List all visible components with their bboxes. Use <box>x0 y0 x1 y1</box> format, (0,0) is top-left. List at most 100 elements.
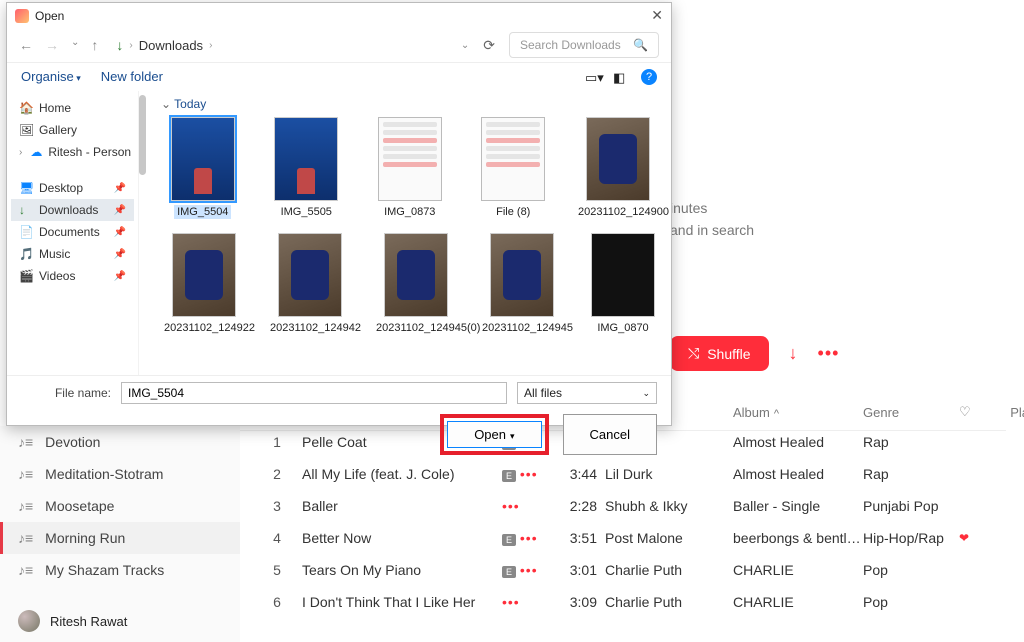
dialog-close-icon[interactable]: ✕ <box>651 7 663 24</box>
file-name: IMG_5504 <box>174 205 231 219</box>
song-time: 2:28 <box>550 498 605 514</box>
song-plays: 3 <box>987 466 1024 482</box>
file-item[interactable]: File (8) <box>472 117 556 219</box>
col-genre[interactable]: Genre <box>863 405 959 420</box>
table-row[interactable]: 2 All My Life (feat. J. Cole) E ••• 3:44… <box>240 458 1006 490</box>
file-name: IMG_0873 <box>381 205 438 219</box>
sidebar-music[interactable]: 🎵Music📌 <box>11 243 134 265</box>
scrollbar-thumb[interactable] <box>139 95 146 175</box>
song-artist: Lil Durk <box>605 466 733 482</box>
col-favorite[interactable]: ♡ <box>959 404 987 420</box>
file-name: File (8) <box>493 205 533 219</box>
search-input[interactable]: Search Downloads 🔍 <box>509 32 659 58</box>
song-genre: Rap <box>863 434 959 450</box>
col-plays[interactable]: Plays <box>987 405 1024 420</box>
playlist-item[interactable]: ♪≡Meditation-Stotram <box>0 458 240 490</box>
playlist-item[interactable]: ♪≡Moosetape <box>0 490 240 522</box>
preview-pane-icon[interactable]: ◧ <box>613 70 629 84</box>
playlist-icon: ♪≡ <box>18 498 33 514</box>
group-today[interactable]: Today <box>161 97 661 111</box>
file-item[interactable]: IMG_5504 <box>161 117 245 219</box>
download-icon[interactable]: ↓ <box>789 343 798 364</box>
table-row[interactable]: 3 Baller ••• 2:28 Shubh & Ikky Baller - … <box>240 490 1006 522</box>
file-item[interactable]: IMG_0873 <box>368 117 452 219</box>
file-item[interactable]: 20231102_124945(0) <box>373 233 459 335</box>
file-name: 20231102_124942 <box>267 321 364 335</box>
sort-indicator-icon: ^ <box>774 408 779 420</box>
gallery-icon: 🖼 <box>19 123 33 137</box>
cancel-button[interactable]: Cancel <box>563 414 657 455</box>
song-meta: E ••• <box>502 466 550 482</box>
song-plays: 28 <box>987 594 1024 610</box>
song-title: Tears On My Piano <box>302 562 502 578</box>
file-name: 20231102_124900 <box>575 205 671 219</box>
song-more-icon[interactable]: ••• <box>502 498 520 514</box>
sidebar-desktop[interactable]: 🖥Desktop📌 <box>11 177 134 199</box>
open-button[interactable]: Open▾ <box>447 421 541 448</box>
sidebar-home[interactable]: 🏠Home <box>11 97 134 119</box>
thumbnail <box>586 117 650 201</box>
forward-icon[interactable]: → <box>45 37 59 53</box>
chevron-right-icon[interactable]: › <box>19 147 24 158</box>
up-icon[interactable]: ↑ <box>91 37 98 53</box>
recent-dropdown-icon[interactable]: ⌄ <box>71 37 79 53</box>
path-folder[interactable]: Downloads <box>139 38 203 53</box>
thumbnail <box>481 117 545 201</box>
playlist-item[interactable]: ♪≡Morning Run <box>0 522 240 554</box>
file-item[interactable]: IMG_5505 <box>265 117 349 219</box>
open-button-highlight: Open▾ <box>440 414 548 455</box>
file-item[interactable]: 20231102_124922 <box>161 233 247 335</box>
song-more-icon[interactable]: ••• <box>502 594 520 610</box>
sidebar-gallery[interactable]: 🖼Gallery <box>11 119 134 141</box>
view-mode-icon[interactable]: ▭▾ <box>585 70 601 84</box>
user-row[interactable]: Ritesh Rawat <box>0 600 240 642</box>
search-placeholder: Search Downloads <box>520 38 621 52</box>
thumbnail <box>171 117 235 201</box>
more-icon[interactable]: ••• <box>818 343 840 364</box>
back-icon[interactable]: ← <box>19 37 33 53</box>
file-item[interactable]: 20231102_124942 <box>267 233 353 335</box>
table-row[interactable]: 5 Tears On My Piano E ••• 3:01 Charlie P… <box>240 554 1006 586</box>
table-row[interactable]: 6 I Don't Think That I Like Her ••• 3:09… <box>240 586 1006 618</box>
downloads-folder-icon: ↓ <box>116 37 123 53</box>
song-title: I Don't Think That I Like Her <box>302 594 502 610</box>
sidebar-videos[interactable]: 🎬Videos📌 <box>11 265 134 287</box>
song-more-icon[interactable]: ••• <box>520 466 538 482</box>
song-index: 3 <box>252 498 302 514</box>
downloads-icon: ↓ <box>19 203 33 217</box>
sidebar-downloads[interactable]: ↓Downloads📌 <box>11 199 134 221</box>
breadcrumb[interactable]: ↓ › Downloads › <box>116 37 454 53</box>
sidebar-documents[interactable]: 📄Documents📌 <box>11 221 134 243</box>
info-line-duration: inutes <box>670 200 754 216</box>
favorite-icon[interactable]: ❤ <box>959 531 987 545</box>
song-genre: Pop <box>863 562 959 578</box>
organise-menu[interactable]: Organise <box>21 69 81 85</box>
song-album: beerbongs & bentl… <box>733 530 863 546</box>
pin-icon: 📌 <box>114 183 126 194</box>
path-dropdown-icon[interactable]: ⌄ <box>461 40 469 51</box>
song-album: Baller - Single <box>733 498 863 514</box>
col-album[interactable]: Album^ <box>733 405 863 420</box>
playlist-item[interactable]: ♪≡My Shazam Tracks <box>0 554 240 586</box>
thumbnail <box>172 233 236 317</box>
shuffle-button[interactable]: ⤭ Shuffle <box>670 336 769 371</box>
file-name: 20231102_124945(0) <box>373 321 483 335</box>
file-item[interactable]: IMG_0870 <box>585 233 661 335</box>
song-artist: Charlie Puth <box>605 562 733 578</box>
file-item[interactable]: 20231102_124945 <box>479 233 565 335</box>
file-item[interactable]: 20231102_124900 <box>575 117 661 219</box>
song-more-icon[interactable]: ••• <box>520 530 538 546</box>
playlist-info: inutes and in search <box>670 200 754 238</box>
help-icon[interactable]: ? <box>641 69 657 85</box>
table-row[interactable]: 4 Better Now E ••• 3:51 Post Malone beer… <box>240 522 1006 554</box>
new-folder-button[interactable]: New folder <box>101 69 163 85</box>
split-button-chevron-icon[interactable]: ▾ <box>510 431 515 441</box>
sidebar-personal[interactable]: ›☁Ritesh - Person <box>11 141 134 163</box>
refresh-icon[interactable]: ⟳ <box>483 37 495 54</box>
song-index: 6 <box>252 594 302 610</box>
filename-input[interactable] <box>121 382 507 404</box>
filetype-dropdown[interactable]: All files⌄ <box>517 382 657 404</box>
dialog-nav: ← → ⌄ ↑ ↓ › Downloads › ⌄ ⟳ Search Downl… <box>7 28 671 63</box>
song-more-icon[interactable]: ••• <box>520 562 538 578</box>
file-name: 20231102_124945 <box>479 321 576 335</box>
